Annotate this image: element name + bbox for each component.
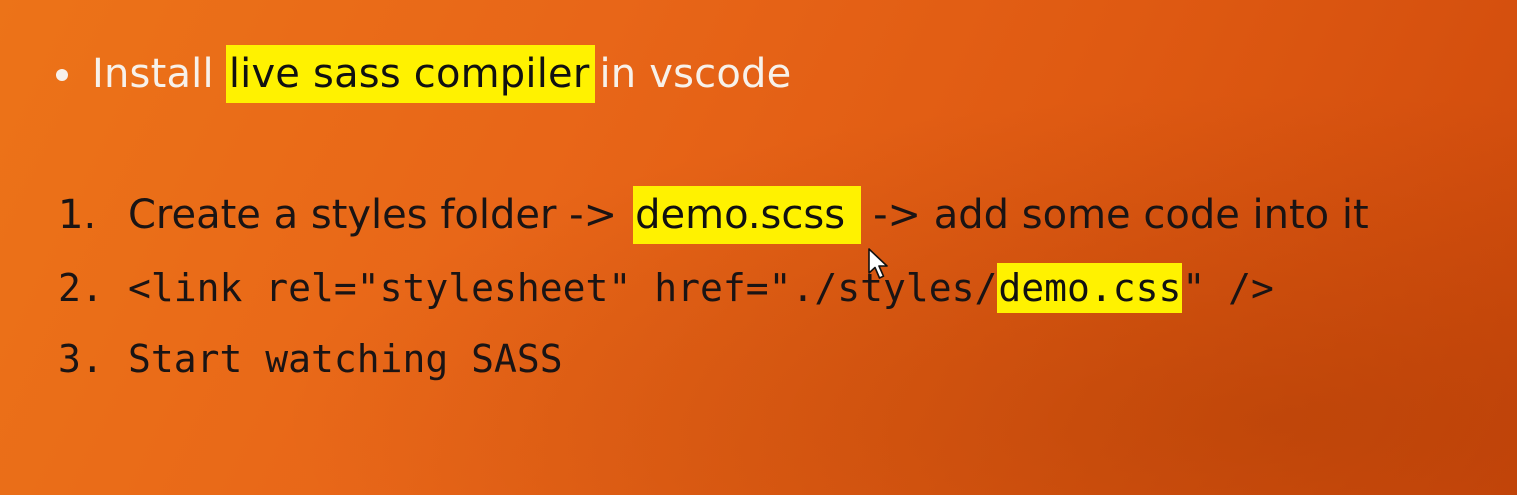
step-3: 3. Start watching SASS xyxy=(58,330,563,388)
step-1: 1. Create a styles folder -> demo.scss -… xyxy=(58,186,1369,244)
mouse-pointer-icon xyxy=(868,248,888,279)
step-number: 2. xyxy=(58,266,104,310)
bullet-text-after: in vscode xyxy=(599,51,792,97)
step-2: 2. <link rel="stylesheet" href="./styles… xyxy=(58,259,1274,317)
step-text-after: -> add some code into it xyxy=(873,192,1369,238)
step-text-before: Create a styles folder -> xyxy=(128,192,618,238)
step-number: 3. xyxy=(58,337,104,381)
bullet-point: Install live sass compiler in vscode xyxy=(56,45,791,103)
step-highlight: demo.scss xyxy=(633,186,862,244)
step-highlight: demo.css xyxy=(997,263,1183,313)
bullet-highlight: live sass compiler xyxy=(225,45,596,103)
step-number: 1. xyxy=(58,192,97,238)
bullet-dot-icon xyxy=(56,69,68,81)
step-text-after: " /> xyxy=(1182,266,1274,310)
slide: Install live sass compiler in vscode 1. … xyxy=(0,0,1517,495)
bullet-text-before: Install xyxy=(92,51,214,97)
step-text: Start watching SASS xyxy=(128,337,563,381)
